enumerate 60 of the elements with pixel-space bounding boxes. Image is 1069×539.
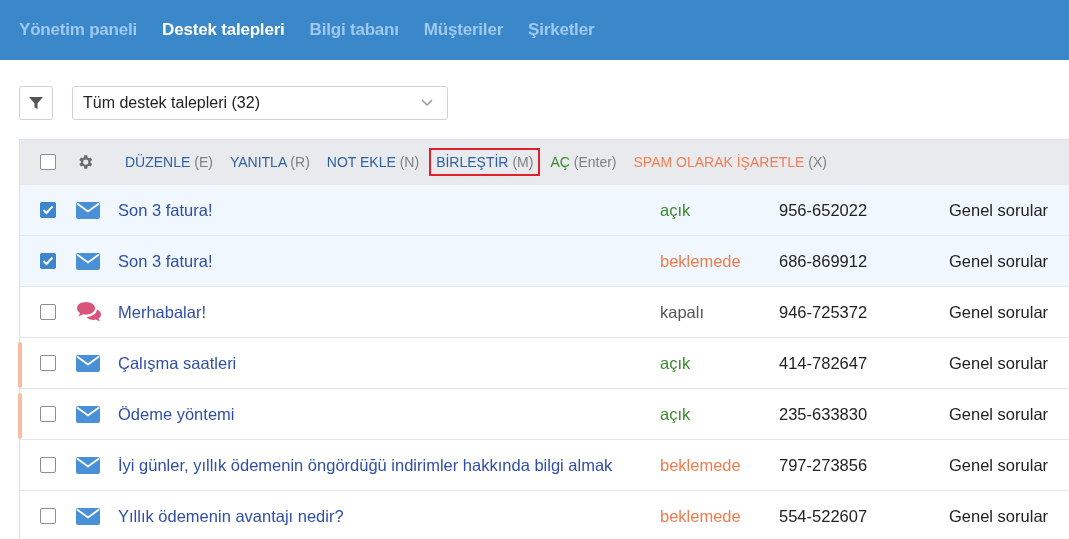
filter-icon (28, 94, 44, 111)
action-button[interactable]: DÜZENLE (E) (118, 148, 220, 176)
row-checkbox[interactable] (40, 508, 56, 524)
phone-number: 797-273856 (779, 455, 869, 475)
ticket-subject-link[interactable]: Son 3 fatura! (118, 251, 660, 271)
row-checkbox[interactable] (40, 457, 56, 473)
row-checkbox[interactable] (40, 202, 56, 218)
ticket-status: beklemede (660, 251, 742, 271)
ticket-row[interactable]: Merhabalar! kapalı 946-725372 Genel sorular (20, 286, 1069, 337)
envelope-icon (76, 456, 100, 474)
chevron-down-icon (421, 98, 433, 107)
ticket-row[interactable]: Yıllık ödemenin avantajı nedir? beklemede 554-522607 Genel sorular (20, 490, 1069, 539)
ticket-subject-link[interactable]: Merhabalar! (118, 302, 660, 322)
action-button[interactable]: AÇ (Enter) (543, 148, 624, 176)
select-all-checkbox[interactable] (40, 154, 56, 170)
phone-number: 554-522607 (779, 506, 869, 526)
ticket-row[interactable]: Ödeme yöntemi açık 235-633830 Genel sorular (20, 388, 1069, 439)
envelope-icon (76, 252, 100, 270)
ticket-subject-link[interactable]: Yıllık ödemenin avantajı nedir? (118, 506, 660, 526)
phone-number: 956-652022 (779, 200, 869, 220)
envelope-icon (76, 201, 100, 219)
phone-number: 414-782647 (779, 353, 869, 373)
action-button[interactable]: NOT EKLE (N) (319, 148, 427, 176)
row-checkbox[interactable] (40, 355, 56, 371)
ticket-row[interactable]: Son 3 fatura! beklemede 686-869912 Genel sorular (20, 235, 1069, 286)
ticket-status: açık (660, 353, 692, 373)
ticket-row[interactable]: Çalışma saatleri açık 414-782647 Genel sorular (20, 337, 1069, 388)
envelope-icon (76, 405, 100, 423)
ticket-status: beklemede (660, 506, 742, 526)
ticket-category: Genel sorular (949, 506, 1049, 526)
phone-number: 946-725372 (779, 302, 869, 322)
phone-number: 235-633830 (779, 404, 869, 424)
ticket-category: Genel sorular (949, 251, 1049, 271)
view-select[interactable]: Tüm destek talepleri (32) (72, 85, 448, 120)
ticket-status: açık (660, 200, 692, 220)
ticket-subject-link[interactable]: Son 3 fatura! (118, 200, 660, 220)
action-button[interactable]: BİRLEŞTİR (M) (429, 148, 541, 176)
row-checkbox[interactable] (40, 304, 56, 320)
row-checkbox[interactable] (40, 253, 56, 269)
ticket-subject-link[interactable]: İyi günler, yıllık ödemenin öngördüğü indirimler hakkında bilgi almak (118, 455, 660, 475)
chat-bubbles-icon (76, 301, 103, 323)
ticket-subject-link[interactable]: Ödeme yöntemi (118, 404, 660, 424)
ticket-subject-link[interactable]: Çalışma saatleri (118, 353, 660, 373)
ticket-status: beklemede (660, 455, 742, 475)
ticket-category: Genel sorular (949, 353, 1049, 373)
filter-button[interactable] (19, 85, 53, 120)
ticket-category: Genel sorular (949, 455, 1049, 475)
nav-tab[interactable]: Destek talepleri (162, 20, 285, 40)
row-checkbox[interactable] (40, 406, 56, 422)
ticket-category: Genel sorular (949, 404, 1049, 424)
ticket-category: Genel sorular (949, 302, 1049, 322)
action-button[interactable]: YANITLA (R) (222, 148, 317, 176)
envelope-icon (76, 354, 100, 372)
envelope-icon (76, 507, 100, 525)
phone-number: 686-869912 (779, 251, 869, 271)
ticket-category: Genel sorular (949, 200, 1049, 220)
ticket-row[interactable]: İyi günler, yıllık ödemenin öngördüğü indirimler hakkında bilgi almak beklemede 797-273856 Genel sorular (20, 439, 1069, 490)
ticket-status: kapalı (660, 302, 706, 322)
ticket-status: açık (660, 404, 692, 424)
ticket-row[interactable]: Son 3 fatura! açık 956-652022 Genel sorular (20, 184, 1069, 235)
